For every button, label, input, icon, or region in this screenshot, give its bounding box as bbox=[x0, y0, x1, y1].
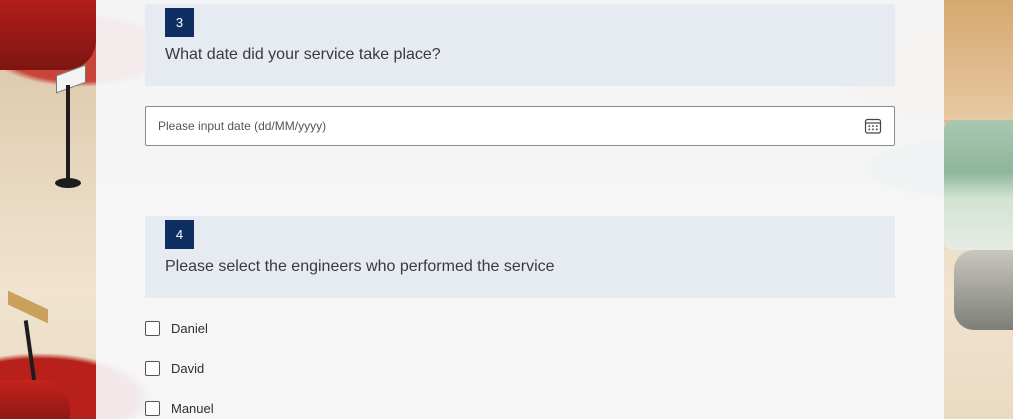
question-3-number: 3 bbox=[165, 8, 194, 37]
red-car-lower-shape bbox=[0, 380, 70, 419]
engineer-option-daniel[interactable]: Daniel bbox=[145, 318, 208, 338]
question-3-header: 3 What date did your service take place? bbox=[145, 4, 895, 86]
background-photo-left bbox=[0, 0, 96, 419]
engineer-option-david[interactable]: David bbox=[145, 358, 204, 378]
question-3-title: What date did your service take place? bbox=[165, 46, 441, 63]
checkbox[interactable] bbox=[145, 320, 160, 336]
question-4-number: 4 bbox=[165, 220, 194, 249]
option-label: Daniel bbox=[171, 320, 208, 336]
grey-car-shape bbox=[954, 250, 1013, 330]
checkbox[interactable] bbox=[145, 360, 160, 376]
wall-shape bbox=[944, 0, 1013, 120]
option-label: David bbox=[171, 360, 205, 376]
stanchion-pole bbox=[66, 85, 70, 185]
info-sign-lower bbox=[8, 290, 48, 324]
service-date-field[interactable] bbox=[145, 106, 895, 146]
background-photo-right bbox=[944, 0, 1013, 419]
engineer-option-manuel[interactable]: Manuel bbox=[145, 398, 214, 418]
option-label: Manuel bbox=[171, 400, 214, 416]
green-car-shape bbox=[944, 120, 1013, 250]
service-date-input[interactable] bbox=[146, 107, 858, 145]
red-car-shape bbox=[0, 0, 96, 70]
question-4-title: Please select the engineers who performe… bbox=[165, 258, 555, 275]
form-panel: 3 What date did your service take place?… bbox=[96, 0, 944, 419]
question-4-header: 4 Please select the engineers who perfor… bbox=[145, 216, 895, 298]
stanchion-base bbox=[55, 178, 81, 188]
checkbox[interactable] bbox=[145, 400, 160, 416]
calendar-icon[interactable] bbox=[864, 117, 882, 135]
